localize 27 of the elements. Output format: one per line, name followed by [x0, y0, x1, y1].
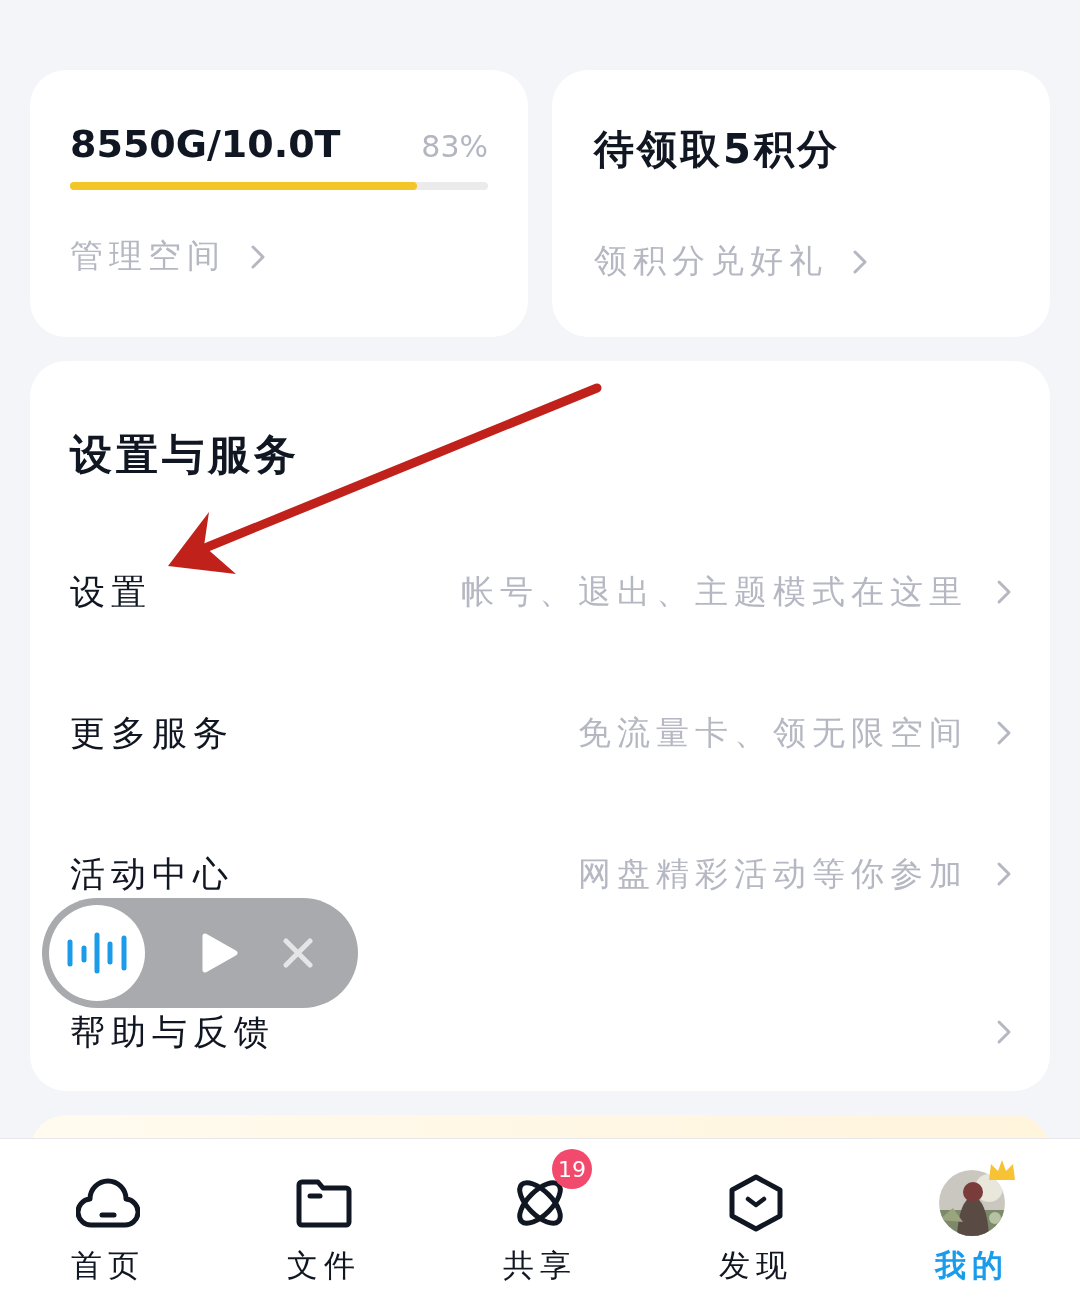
chevron-right-icon [996, 1019, 1012, 1045]
settings-row[interactable]: 活动中心 网盘精彩活动等你参加 [70, 851, 1012, 897]
waveform-icon [66, 932, 128, 974]
settings-row[interactable]: 帮助与反馈 [70, 1009, 1012, 1055]
settings-row[interactable]: 设置 帐号、退出、主题模式在这里 [70, 569, 1012, 615]
crown-icon [987, 1158, 1017, 1182]
hexagon-icon [728, 1174, 784, 1232]
chevron-right-icon [996, 861, 1012, 887]
section-title: 设置与服务 [70, 429, 300, 481]
chevron-right-icon [996, 720, 1012, 746]
tab[interactable]: 文件 [216, 1139, 432, 1300]
play-icon[interactable] [201, 932, 239, 974]
points-title: 待领取5积分 [594, 125, 840, 174]
tab[interactable]: 首页 [0, 1139, 216, 1300]
tab[interactable]: 19 共享 [432, 1139, 648, 1300]
folder-icon [296, 1178, 352, 1228]
cloud-icon [76, 1177, 140, 1229]
settings-row[interactable]: 更多服务 免流量卡、领无限空间 [70, 710, 1012, 756]
chevron-right-icon [996, 579, 1012, 605]
chevron-right-icon [852, 248, 868, 275]
storage-usage: 8550G/10.0T [70, 122, 341, 166]
waveform-button[interactable] [49, 905, 145, 1001]
count-badge: 19 [552, 1149, 592, 1189]
storage-percent: 83% [421, 129, 488, 164]
tab[interactable]: 发现 [648, 1139, 864, 1300]
chevron-right-icon [250, 243, 266, 270]
close-icon[interactable] [283, 938, 313, 968]
